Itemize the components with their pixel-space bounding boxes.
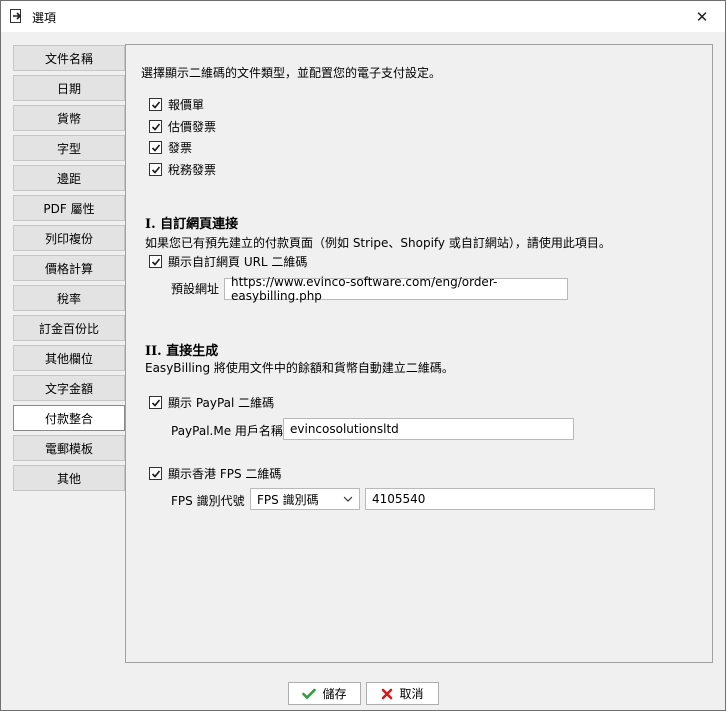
checkmark-icon xyxy=(151,398,160,407)
doc-type-label: 稅務發票 xyxy=(168,163,217,177)
show-custom-url-qr[interactable]: 顯示自訂網頁 URL 二維碼 xyxy=(149,253,307,270)
sidebar-item-currency[interactable]: 貨幣 xyxy=(13,105,125,131)
app-icon xyxy=(10,9,22,23)
checkbox-proforma-invoice[interactable] xyxy=(149,120,162,133)
sidebar-item-date[interactable]: 日期 xyxy=(13,75,125,101)
close-icon: ✕ xyxy=(695,7,709,26)
cancel-button[interactable]: 取消 xyxy=(366,682,439,705)
sidebar-item-deposit-percentage[interactable]: 訂金百份比 xyxy=(13,315,125,341)
fps-id-type-select[interactable]: FPS 識別碼 xyxy=(250,488,360,510)
save-label: 儲存 xyxy=(322,687,347,701)
show-fps-label: 顯示香港 FPS 二維碼 xyxy=(168,467,282,481)
doc-type-quotation[interactable]: 報價單 xyxy=(149,96,204,113)
checkmark-icon xyxy=(302,688,317,699)
checkmark-icon xyxy=(151,122,160,131)
title-bar: 選項 ✕ xyxy=(1,1,725,32)
checkmark-icon xyxy=(151,257,160,266)
default-url-input[interactable]: https://www.evinco-software.com/eng/orde… xyxy=(224,275,568,303)
sidebar-item-font[interactable]: 字型 xyxy=(13,135,125,161)
show-paypal-label: 顯示 PayPal 二維碼 xyxy=(168,396,275,410)
cancel-label: 取消 xyxy=(399,687,424,701)
cancel-x-icon xyxy=(382,688,393,699)
doc-type-label: 估價發票 xyxy=(168,120,217,134)
show-fps-qr[interactable]: 顯示香港 FPS 二維碼 xyxy=(149,465,281,482)
checkbox-show-fps-qr[interactable] xyxy=(149,467,162,480)
checkbox-tax-invoice[interactable] xyxy=(149,163,162,176)
fps-id-input[interactable]: 4105540 xyxy=(365,488,655,510)
sidebar-item-amount-in-words[interactable]: 文字金額 xyxy=(13,375,125,401)
fps-id-type-value: FPS 識別碼 xyxy=(257,492,319,507)
fps-id-label: FPS 識別代號 xyxy=(171,494,245,508)
paypal-user-label: PayPal.Me 用戶名稱 xyxy=(171,424,283,438)
doc-type-tax-invoice[interactable]: 稅務發票 xyxy=(149,161,216,178)
sidebar: 文件名稱 日期 貨幣 字型 邊距 PDF 屬性 列印複份 價格計算 稅率 訂金百… xyxy=(13,45,125,495)
window-title: 選項 xyxy=(32,11,57,25)
checkmark-icon xyxy=(151,143,160,152)
show-custom-url-label: 顯示自訂網頁 URL 二維碼 xyxy=(168,255,308,269)
checkbox-show-paypal-qr[interactable] xyxy=(149,396,162,409)
sidebar-item-print-copies[interactable]: 列印複份 xyxy=(13,225,125,251)
sidebar-item-tax-rate[interactable]: 稅率 xyxy=(13,285,125,311)
sidebar-item-margins[interactable]: 邊距 xyxy=(13,165,125,191)
options-dialog: 選項 ✕ 文件名稱 日期 貨幣 字型 邊距 PDF 屬性 列印複份 價格計算 稅… xyxy=(0,0,726,711)
save-button[interactable]: 儲存 xyxy=(288,682,361,705)
default-url-label: 預設網址 xyxy=(171,282,220,296)
doc-type-label: 報價單 xyxy=(168,98,205,112)
doc-type-invoice[interactable]: 發票 xyxy=(149,139,192,156)
intro-text: 選擇顯示二維碼的文件類型，並配置您的電子支付設定。 xyxy=(141,66,442,80)
sidebar-item-email-templates[interactable]: 電郵模板 xyxy=(13,435,125,461)
section-direct-desc: EasyBilling 將使用文件中的餘額和貨幣自動建立二維碼。 xyxy=(145,361,454,375)
paypal-username-input[interactable]: evincosolutionsltd xyxy=(283,418,574,440)
checkmark-icon xyxy=(151,100,160,109)
chevron-down-icon xyxy=(343,496,353,502)
checkmark-icon xyxy=(151,165,160,174)
sidebar-item-pdf-properties[interactable]: PDF 屬性 xyxy=(13,195,125,221)
show-paypal-qr[interactable]: 顯示 PayPal 二維碼 xyxy=(149,394,274,411)
sidebar-item-document-name[interactable]: 文件名稱 xyxy=(13,45,125,71)
sidebar-item-other[interactable]: 其他 xyxy=(13,465,125,491)
section-custom-url-desc: 如果您已有預先建立的付款頁面（例如 Stripe、Shopify 或自訂網站），… xyxy=(145,236,611,250)
sidebar-item-payment-integration[interactable]: 付款整合 xyxy=(13,405,125,431)
sidebar-item-other-fields[interactable]: 其他欄位 xyxy=(13,345,125,371)
section-direct-title: II. 直接生成 xyxy=(145,344,219,359)
section-custom-url-title: I. 自訂網頁連接 xyxy=(145,217,239,232)
doc-type-proforma-invoice[interactable]: 估價發票 xyxy=(149,118,216,135)
settings-panel: 選擇顯示二維碼的文件類型，並配置您的電子支付設定。 報價單 估價發票 發票 稅務… xyxy=(125,44,713,663)
doc-type-label: 發票 xyxy=(168,141,193,155)
checkmark-icon xyxy=(151,469,160,478)
checkbox-invoice[interactable] xyxy=(149,141,162,154)
checkbox-quotation[interactable] xyxy=(149,98,162,111)
checkbox-show-custom-url-qr[interactable] xyxy=(149,255,162,268)
sidebar-item-price-calculation[interactable]: 價格計算 xyxy=(13,255,125,281)
close-button[interactable]: ✕ xyxy=(679,1,725,32)
